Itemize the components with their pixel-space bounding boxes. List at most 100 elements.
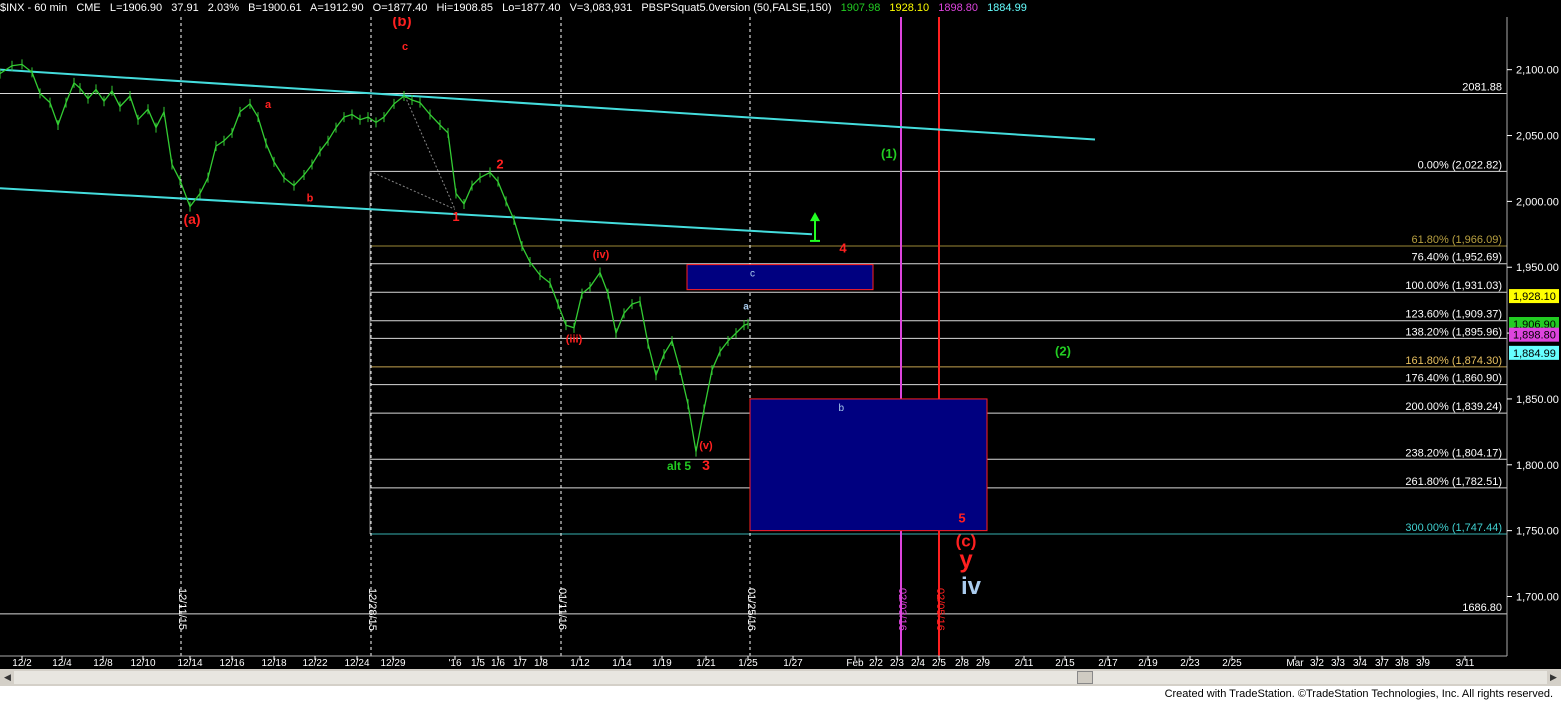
x-tick-label: 2/5 bbox=[932, 658, 946, 669]
x-tick-label: 2/8 bbox=[955, 658, 969, 669]
x-tick-label: Feb bbox=[846, 658, 864, 669]
fib-level-label: 61.80% (1,966.09) bbox=[1411, 234, 1502, 246]
x-tick-label: 1/5 bbox=[471, 658, 485, 669]
y-tick-label: 1,700.00 bbox=[1516, 591, 1559, 603]
exchange-label: CME bbox=[76, 2, 101, 14]
wave-label: 3 bbox=[702, 457, 710, 473]
bid-price: B=1900.61 bbox=[248, 2, 302, 14]
scroll-right-icon[interactable]: ▶ bbox=[1547, 671, 1560, 684]
y-tick-label: 2,050.00 bbox=[1516, 131, 1559, 143]
scroll-left-icon[interactable]: ◀ bbox=[1, 671, 14, 684]
x-tick-label: 12/8 bbox=[93, 658, 113, 669]
wave-label: (iii) bbox=[566, 333, 583, 345]
symbol-label: $INX - 60 min bbox=[0, 2, 68, 14]
open-price: O=1877.40 bbox=[372, 2, 428, 14]
fib-level-label: 200.00% (1,839.24) bbox=[1405, 401, 1502, 413]
price-tag-label: 1,928.10 bbox=[1513, 291, 1556, 303]
fib-level-label: 161.80% (1,874.30) bbox=[1405, 355, 1502, 367]
date-line-label: 02/05/16 bbox=[934, 588, 946, 631]
x-tick-label: 12/22 bbox=[302, 658, 327, 669]
x-tick-label: 12/10 bbox=[130, 658, 155, 669]
wave-label: c bbox=[402, 41, 408, 53]
wave-label: 2 bbox=[496, 156, 503, 171]
fib-level-label: 76.40% (1,952.69) bbox=[1411, 252, 1502, 264]
x-tick-label: 2/4 bbox=[911, 658, 925, 669]
footer-credit: Created with TradeStation. ©TradeStation… bbox=[0, 686, 1561, 702]
horizontal-scrollbar[interactable]: ◀ ▶ bbox=[0, 669, 1561, 686]
wave-label: b bbox=[307, 192, 314, 204]
x-tick-label: 3/2 bbox=[1310, 658, 1324, 669]
x-tick-label: Mar bbox=[1286, 658, 1304, 669]
wave-label: (1) bbox=[881, 146, 897, 161]
chart-canvas: 2081.88 0.00% (2,022.82) 61.80% (1,966.09)… bbox=[0, 0, 1561, 702]
x-tick-label: 2/11 bbox=[1015, 658, 1034, 669]
x-tick-label: 2/25 bbox=[1222, 658, 1242, 669]
x-tick-label: 3/9 bbox=[1416, 658, 1430, 669]
wave-label: a bbox=[265, 99, 272, 111]
chart-background bbox=[0, 0, 1561, 702]
x-tick-label: 2/23 bbox=[1180, 658, 1200, 669]
x-tick-label: 1/7 bbox=[513, 658, 527, 669]
date-line-label: 01/25/16 bbox=[745, 588, 757, 631]
wave-label: (a) bbox=[183, 211, 200, 227]
x-tick-label: 2/19 bbox=[1138, 658, 1158, 669]
indicator-name: PBSPSquat5.0version (50,FALSE,150) bbox=[641, 2, 832, 14]
fib-level-label: 2081.88 bbox=[1462, 82, 1502, 94]
x-tick-label: 12/29 bbox=[380, 658, 405, 669]
x-tick-label: 1/19 bbox=[652, 658, 672, 669]
x-tick-label: 3/4 bbox=[1353, 658, 1367, 669]
wave-label: y bbox=[959, 547, 973, 574]
high-price: Hi=1908.85 bbox=[436, 2, 494, 14]
ask-price: A=1912.90 bbox=[310, 2, 364, 14]
indicator-value-2: 1928.10 bbox=[889, 2, 930, 14]
x-tick-label: 1/6 bbox=[491, 658, 505, 669]
x-tick-label: 1/21 bbox=[696, 658, 716, 669]
wave-label: iv bbox=[961, 573, 982, 600]
target-box bbox=[686, 264, 874, 291]
x-tick-label: 2/17 bbox=[1098, 658, 1118, 669]
x-tick-label: 3/8 bbox=[1395, 658, 1409, 669]
wave-label: 5 bbox=[958, 511, 965, 526]
x-tick-label: 12/2 bbox=[12, 658, 32, 669]
scroll-track[interactable] bbox=[14, 671, 1547, 684]
pct-change: 2.03% bbox=[207, 2, 239, 14]
fib-level-label: 176.40% (1,860.90) bbox=[1405, 373, 1502, 385]
x-tick-label: 2/2 bbox=[869, 658, 883, 669]
net-change: 37.91 bbox=[171, 2, 199, 14]
y-tick-label: 2,100.00 bbox=[1516, 65, 1559, 77]
credit-text: Created with TradeStation. ©TradeStation… bbox=[1164, 688, 1553, 700]
x-tick-label: '16 bbox=[448, 658, 461, 669]
y-tick-label: 1,800.00 bbox=[1516, 460, 1559, 472]
x-tick-label: 12/14 bbox=[177, 658, 202, 669]
price-tag-label: 1,898.80 bbox=[1513, 330, 1556, 342]
x-tick-label: 3/7 bbox=[1375, 658, 1389, 669]
fib-level-label: 138.20% (1,895.96) bbox=[1405, 326, 1502, 338]
wave-label: (2) bbox=[1055, 343, 1071, 358]
x-tick-label: 1/27 bbox=[783, 658, 803, 669]
low-price: Lo=1877.40 bbox=[502, 2, 561, 14]
x-tick-label: 12/24 bbox=[344, 658, 369, 669]
x-tick-label: 2/3 bbox=[890, 658, 904, 669]
y-tick-label: 2,000.00 bbox=[1516, 196, 1559, 208]
fib-level-label: 100.00% (1,931.03) bbox=[1405, 280, 1502, 292]
scroll-thumb[interactable] bbox=[1077, 671, 1093, 684]
last-price: L=1906.90 bbox=[109, 2, 163, 14]
price-tag-label: 1,884.99 bbox=[1513, 348, 1556, 360]
target-box bbox=[749, 398, 988, 532]
indicator-value-1: 1907.98 bbox=[840, 2, 881, 14]
fib-level-label: 123.60% (1,909.37) bbox=[1405, 309, 1502, 321]
fib-level-label: 0.00% (2,022.82) bbox=[1418, 159, 1502, 171]
x-tick-label: 12/18 bbox=[261, 658, 286, 669]
date-line-label: 02/03/16 bbox=[896, 588, 908, 631]
x-tick-label: 1/8 bbox=[534, 658, 548, 669]
x-tick-label: 3/3 bbox=[1331, 658, 1345, 669]
x-tick-label: 12/16 bbox=[219, 658, 244, 669]
x-tick-label: 2/15 bbox=[1055, 658, 1075, 669]
chart-header: $INX - 60 min CME L=1906.90 37.91 2.03% … bbox=[0, 0, 1561, 17]
wave-label: (v) bbox=[699, 440, 713, 452]
indicator-value-3: 1898.80 bbox=[938, 2, 978, 14]
wave-label: 4 bbox=[839, 241, 847, 256]
x-tick-label: 1/14 bbox=[612, 658, 632, 669]
x-tick-label: 3/11 bbox=[1456, 658, 1475, 669]
indicator-value-4: 1884.99 bbox=[987, 2, 1027, 14]
